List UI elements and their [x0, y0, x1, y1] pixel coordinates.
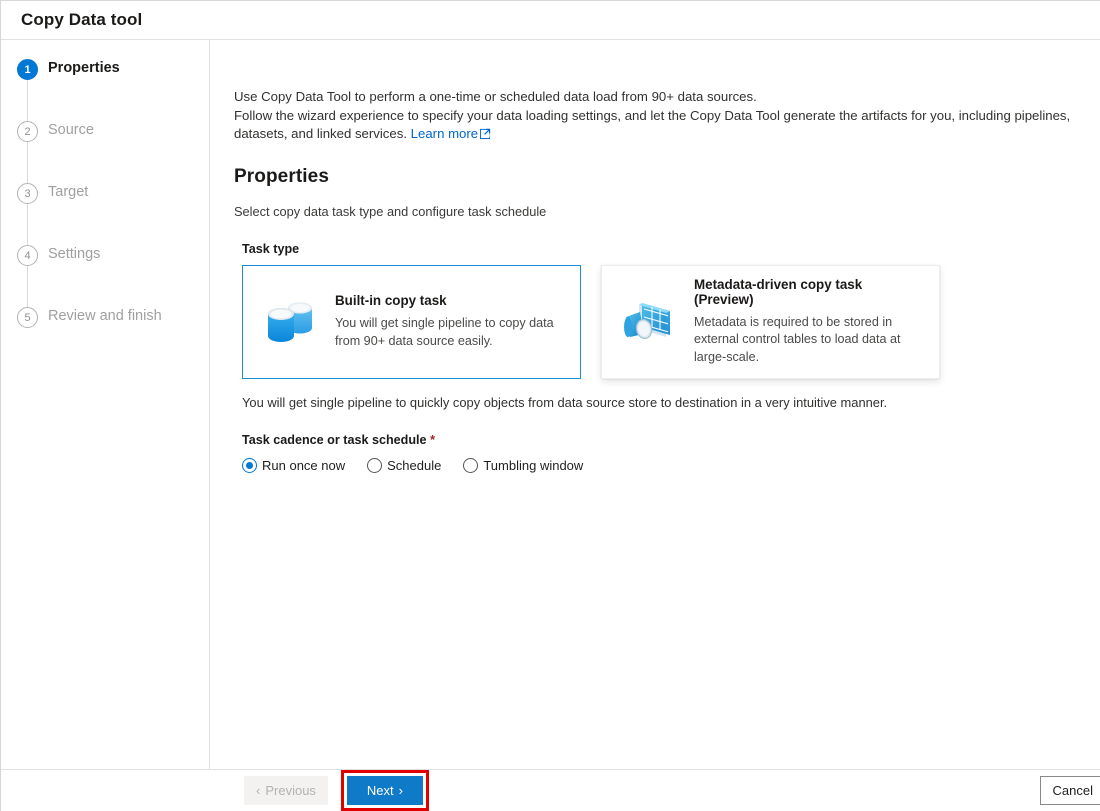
step-label: Settings — [48, 246, 101, 262]
task-type-card-built-in-copy-task[interactable]: Built-in copy task You will get single p… — [242, 264, 581, 379]
radio-indicator[interactable] — [242, 457, 257, 473]
wizard-sidebar: 1 Properties 2 Source 3 Target 4 Setting — [1, 40, 210, 769]
copy-data-tool-window: Copy Data tool 1 Properties 2 Source 3 T… — [0, 0, 1100, 811]
task-type-note: You will get single pipeline to quickly … — [242, 394, 888, 410]
previous-button[interactable]: ‹ Previous — [244, 776, 328, 805]
section-heading: Properties — [234, 165, 329, 187]
sidebar-step-review-and-finish[interactable]: 5 Review and finish — [17, 306, 209, 336]
radio-option-schedule[interactable]: Schedule — [367, 457, 442, 473]
main-content: Use Copy Data Tool to perform a one-time… — [210, 40, 1100, 769]
card-title: Built-in copy task — [335, 293, 447, 308]
radio-indicator[interactable] — [367, 457, 383, 473]
step-label: Properties — [48, 60, 120, 76]
radio-option-run-once-now[interactable]: Run once now — [242, 457, 346, 473]
sidebar-step-settings[interactable]: 4 Settings — [17, 244, 209, 320]
page-title: Copy Data tool — [21, 10, 143, 29]
task-cadence-label: Task cadence or task schedule * — [242, 433, 1100, 447]
sidebar-step-source[interactable]: 2 Source — [17, 120, 209, 196]
step-number-badge: 4 — [17, 245, 38, 266]
task-type-card-metadata-driven-copy-task[interactable]: Metadata-driven copy task (Preview) Meta… — [601, 264, 940, 379]
required-indicator: * — [430, 432, 435, 447]
next-button-highlight-annotation: Next › — [340, 770, 429, 811]
radio-label: Tumbling window — [483, 457, 584, 473]
step-label: Target — [48, 184, 89, 200]
learn-more-link[interactable]: Learn more — [411, 126, 478, 141]
external-link-icon — [480, 126, 491, 145]
step-number-badge: 3 — [17, 183, 38, 204]
database-cylinders-icon — [259, 294, 321, 350]
step-number-badge: 2 — [17, 121, 38, 142]
radio-label: Run once now — [262, 457, 346, 473]
task-cadence-label-text: Task cadence or task schedule — [242, 432, 427, 447]
cancel-button[interactable]: Cancel — [1039, 776, 1100, 805]
step-number-badge: 5 — [17, 307, 38, 328]
intro-line-2: Follow the wizard experience to specify … — [234, 107, 1071, 142]
step-number-badge: 1 — [17, 59, 38, 80]
task-type-card-group: Built-in copy task You will get single p… — [242, 264, 1100, 379]
task-type-label: Task type — [242, 241, 300, 256]
card-description: Metadata is required to be stored in ext… — [694, 314, 901, 364]
intro-line-1: Use Copy Data Tool to perform a one-time… — [234, 89, 757, 104]
wizard-footer: ‹ Previous Next › Cancel — [1, 769, 1100, 811]
card-description: You will get single pipeline to copy dat… — [335, 316, 554, 348]
chevron-right-icon: › — [398, 783, 403, 798]
next-button[interactable]: Next › — [346, 776, 423, 805]
sidebar-step-properties[interactable]: 1 Properties — [17, 58, 209, 134]
radio-option-tumbling-window[interactable]: Tumbling window — [463, 457, 584, 473]
next-button-label: Next — [366, 783, 394, 798]
sidebar-step-target[interactable]: 3 Target — [17, 182, 209, 258]
window-body: 1 Properties 2 Source 3 Target 4 Setting — [1, 40, 1100, 769]
window-titlebar: Copy Data tool — [1, 1, 1100, 40]
step-label: Review and finish — [48, 308, 162, 324]
previous-button-label: Previous — [265, 783, 316, 798]
radio-indicator[interactable] — [463, 457, 479, 473]
task-cadence-radio-group: Run once now Schedule Tumbling window — [242, 457, 1100, 473]
step-label: Source — [48, 122, 94, 138]
chevron-left-icon: ‹ — [256, 783, 261, 798]
section-subheading: Select copy data task type and configure… — [234, 203, 547, 219]
radio-label: Schedule — [387, 457, 442, 473]
card-text-block: Metadata-driven copy task (Preview) Meta… — [694, 277, 925, 367]
metadata-table-magnifier-icon — [618, 293, 680, 351]
card-title: Metadata-driven copy task (Preview) — [694, 276, 863, 307]
intro-paragraph: Use Copy Data Tool to perform a one-time… — [234, 88, 1089, 145]
card-text-block: Built-in copy task You will get single p… — [335, 293, 565, 350]
wizard-step-list: 1 Properties 2 Source 3 Target 4 Setting — [1, 58, 209, 336]
